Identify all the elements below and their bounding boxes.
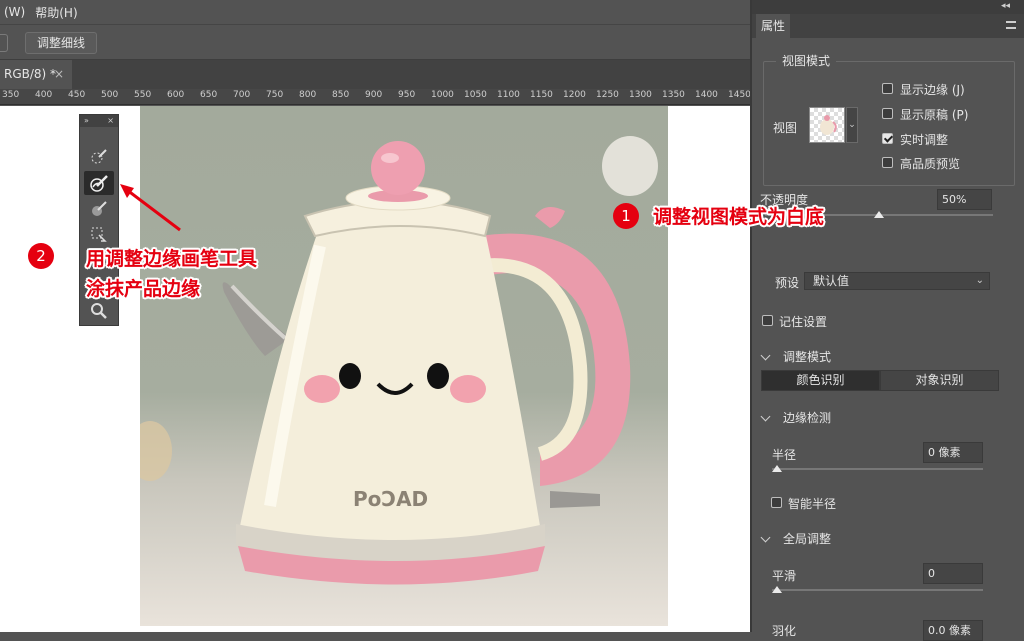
ruler-tick-label: 400 — [35, 90, 53, 100]
opacity-slider-handle[interactable] — [874, 211, 884, 218]
ruler-tick-label: 800 — [299, 90, 317, 100]
feather-label: 羽化 — [772, 624, 797, 638]
refine-edge-button[interactable]: 调整细线 — [25, 32, 97, 54]
ruler-tick-label: 350 — [2, 90, 20, 100]
view-mode-dropdown[interactable]: ⌄ — [846, 107, 858, 143]
brand-logo: PoƆAD — [353, 487, 428, 511]
show-edge-checkbox[interactable] — [882, 83, 893, 94]
preset-label: 预设 — [775, 276, 800, 290]
object-aware-button[interactable]: 对象识别 — [880, 370, 999, 391]
menu-window[interactable]: (W) — [0, 5, 31, 19]
horizontal-ruler: 350 400 450 500 550 600 650 700 750 800 850 900 950 1… — [0, 89, 750, 105]
ruler-tick-label: 500 — [101, 90, 119, 100]
ruler-tick-label: 1100 — [497, 90, 520, 100]
object-selection-tool-icon[interactable] — [84, 223, 114, 247]
product-photo: PoƆAD — [140, 106, 668, 626]
annotation-step-1-text: 调整视图模式为白底 — [653, 206, 825, 228]
expand-icon[interactable]: » — [84, 115, 89, 127]
global-refinements-section[interactable]: 全局调整 — [760, 530, 831, 547]
refine-edge-brush-tool-icon[interactable] — [84, 171, 114, 195]
remember-settings-checkbox[interactable] — [762, 315, 773, 326]
tab-properties[interactable]: 属性 — [756, 14, 790, 38]
radius-slider-handle[interactable] — [772, 465, 782, 472]
smooth-slider-track[interactable] — [772, 589, 983, 591]
options-bar: 调整细线 — [0, 24, 750, 60]
smooth-label: 平滑 — [772, 569, 797, 583]
smooth-slider-handle[interactable] — [772, 586, 782, 593]
refine-mode-title: 调整模式 — [783, 350, 832, 364]
ruler-tick-label: 1450 — [728, 90, 750, 100]
smooth-input[interactable]: 0 — [923, 563, 983, 584]
radius-label: 半径 — [772, 448, 797, 462]
panel-top-strip — [752, 0, 1024, 14]
view-label: 视图 — [773, 121, 798, 135]
menu-help[interactable]: 帮助(H) — [31, 4, 83, 21]
global-refinements-title: 全局调整 — [783, 532, 832, 546]
ruler-tick-label: 1050 — [464, 90, 487, 100]
ruler-tick-label: 1350 — [662, 90, 685, 100]
options-dropdown-edge[interactable] — [0, 34, 8, 52]
panel-tab-header: 属性 — [752, 14, 1024, 38]
annotation-step-2-line1: 用调整边缘画笔工具 — [86, 248, 258, 270]
view-mode-thumbnail[interactable] — [809, 107, 845, 143]
show-original-checkbox[interactable] — [882, 108, 893, 119]
ruler-tick-label: 1300 — [629, 90, 652, 100]
kettle-illustration: PoƆAD — [140, 136, 658, 585]
menu-bar: (W) 帮助(H) — [0, 0, 750, 24]
close-icon[interactable]: × — [107, 115, 114, 127]
ruler-tick-label: 1250 — [596, 90, 619, 100]
feather-input[interactable]: 0.0 像素 — [923, 620, 983, 641]
edge-detection-section[interactable]: 边缘检测 — [760, 409, 831, 426]
chevron-down-icon — [760, 411, 771, 422]
ruler-tick-label: 950 — [398, 90, 416, 100]
ruler-tick-label: 450 — [68, 90, 86, 100]
smart-radius-checkbox[interactable] — [771, 497, 782, 508]
brush-tool-icon[interactable] — [84, 197, 114, 221]
ruler-tick-label: 1400 — [695, 90, 718, 100]
ruler-tick-label: 1200 — [563, 90, 586, 100]
realtime-adjust-checkbox[interactable] — [882, 133, 893, 144]
preset-select[interactable]: 默认值 ⌄ — [804, 272, 990, 290]
color-aware-button[interactable]: 颜色识别 — [761, 370, 880, 391]
view-mode-title: 视图模式 — [776, 52, 837, 69]
ruler-tick-label: 900 — [365, 90, 383, 100]
quick-selection-tool-icon[interactable] — [84, 145, 114, 169]
zoom-tool-icon[interactable] — [84, 299, 114, 323]
realtime-adjust-label: 实时调整 — [900, 133, 949, 147]
refine-mode-section[interactable]: 调整模式 — [760, 348, 831, 365]
hq-preview-label: 高品质预览 — [900, 157, 961, 171]
annotation-step-1-badge: 1 — [613, 203, 639, 229]
preset-value: 默认值 — [813, 274, 850, 288]
panel-menu-icon[interactable] — [1006, 21, 1016, 29]
ruler-tick-label: 850 — [332, 90, 350, 100]
show-original-label: 显示原稿 (P) — [900, 108, 969, 122]
chevron-down-icon: ⌄ — [975, 275, 984, 286]
chevron-down-icon — [760, 532, 771, 543]
radius-input[interactable]: 0 像素 — [923, 442, 983, 463]
tools-panel-header: » × — [80, 115, 118, 127]
ruler-tick-label: 1150 — [530, 90, 553, 100]
document-tab-title: RGB/8) * — [4, 67, 57, 81]
hq-preview-checkbox[interactable] — [882, 157, 893, 168]
document-tab[interactable]: RGB/8) * × — [0, 60, 72, 89]
opacity-input[interactable]: 50% — [937, 189, 992, 210]
ruler-tick-label: 750 — [266, 90, 284, 100]
ruler-tick-label: 650 — [200, 90, 218, 100]
edge-detection-title: 边缘检测 — [783, 411, 832, 425]
annotation-step-2-badge: 2 — [28, 243, 54, 269]
ruler-tick-label: 600 — [167, 90, 185, 100]
close-tab-icon[interactable]: × — [54, 60, 64, 89]
show-edge-label: 显示边缘 (J) — [900, 83, 965, 97]
smart-radius-label: 智能半径 — [788, 497, 837, 511]
ruler-tick-label: 1000 — [431, 90, 454, 100]
ruler-tick-label: 700 — [233, 90, 251, 100]
radius-slider-track[interactable] — [772, 468, 983, 470]
collapse-panel-icon[interactable]: ◂◂ — [1001, 1, 1010, 11]
document-tab-bar: RGB/8) * × — [0, 60, 750, 89]
remember-settings-label: 记住设置 — [779, 315, 828, 329]
annotation-step-2-line2: 涂抹产品边缘 — [86, 278, 201, 300]
chevron-down-icon — [760, 350, 771, 361]
ruler-tick-label: 550 — [134, 90, 152, 100]
